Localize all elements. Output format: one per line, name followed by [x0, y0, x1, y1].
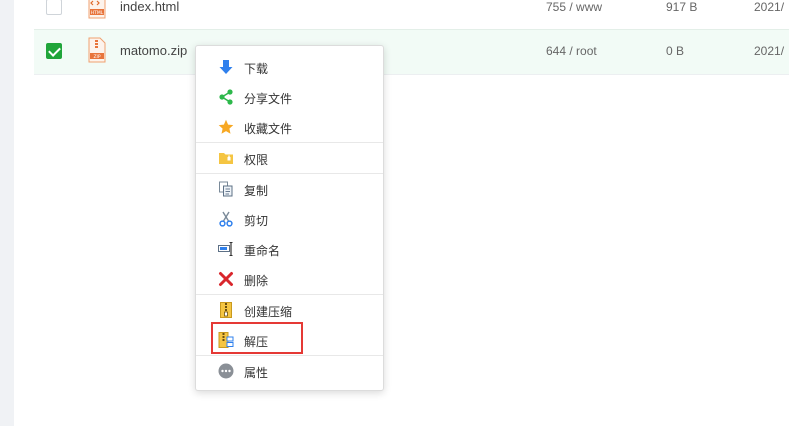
scissors-icon — [219, 211, 233, 227]
copy-icon — [219, 181, 233, 197]
properties-icon — [218, 363, 234, 379]
folder-lock-icon — [219, 153, 233, 164]
menu-item-label: 下载 — [244, 62, 269, 76]
rename-icon — [218, 242, 233, 256]
file-name[interactable]: index.html — [120, 0, 179, 14]
menu-item-copy[interactable]: 复制 — [196, 174, 383, 204]
file-permission[interactable]: 644 / root — [546, 44, 597, 58]
highlight-box — [211, 322, 303, 354]
menu-item-label: 分享文件 — [244, 92, 293, 106]
menu-item-label: 属性 — [244, 366, 269, 380]
file-name[interactable]: matomo.zip — [120, 43, 187, 58]
download-arrow-icon — [219, 60, 233, 74]
row-checkbox-checked[interactable] — [46, 43, 62, 59]
menu-item-permission[interactable]: 权限 — [196, 143, 383, 173]
delete-x-icon — [219, 272, 233, 286]
file-row[interactable]: HTML index.html 755 / www 917 B 2021/ — [34, 0, 789, 31]
left-gutter — [0, 0, 14, 426]
menu-item-label: 剪切 — [244, 214, 269, 228]
menu-item-rename[interactable]: 重命名 — [196, 234, 383, 264]
file-permission[interactable]: 755 / www — [546, 0, 602, 14]
file-date: 2021/ — [754, 44, 785, 58]
menu-item-label: 收藏文件 — [244, 122, 293, 136]
menu-item-label: 删除 — [244, 274, 269, 288]
zip-file-icon: ZIP — [88, 37, 106, 63]
file-size: 0 B — [666, 44, 685, 58]
menu-item-share[interactable]: 分享文件 — [196, 82, 383, 112]
zip-file-icon-text: ZIP — [93, 54, 100, 60]
menu-item-favorite[interactable]: 收藏文件 — [196, 112, 383, 142]
menu-item-download[interactable]: 下载 — [196, 52, 383, 82]
menu-item-properties[interactable]: 属性 — [196, 356, 383, 386]
html-file-icon: HTML — [88, 0, 106, 19]
menu-item-compress[interactable]: 创建压缩 — [196, 295, 383, 325]
menu-item-label: 创建压缩 — [244, 305, 293, 319]
html-file-icon-text: HTML — [91, 10, 104, 16]
file-row-selected[interactable]: ZIP matomo.zip 644 / root 0 B 2021/ — [34, 29, 789, 75]
menu-item-label: 重命名 — [244, 244, 281, 258]
menu-item-label: 权限 — [244, 153, 269, 167]
row-checkbox[interactable] — [46, 0, 62, 15]
file-size: 917 B — [666, 0, 698, 14]
file-date: 2021/ — [754, 0, 785, 14]
compress-icon — [220, 302, 232, 318]
star-icon — [218, 119, 234, 134]
menu-item-cut[interactable]: 剪切 — [196, 204, 383, 234]
menu-item-label: 复制 — [244, 184, 269, 198]
share-icon — [219, 89, 233, 105]
menu-item-delete[interactable]: 删除 — [196, 264, 383, 294]
